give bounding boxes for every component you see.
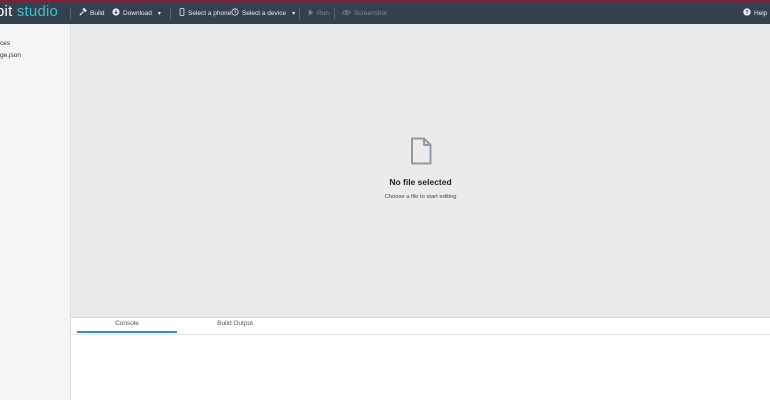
- bottom-panel: Console Build Output: [71, 318, 770, 400]
- chevron-down-icon: ▾: [157, 10, 161, 17]
- help-label: Help: [754, 9, 768, 17]
- console-output[interactable]: [71, 336, 770, 400]
- toolbar-separator: [334, 8, 335, 19]
- toolbar-separator: [299, 8, 300, 19]
- empty-state-subtitle: Choose a file to start editing: [384, 194, 457, 200]
- eye-icon: [341, 9, 352, 18]
- tab-label: Build Output: [217, 320, 253, 327]
- sidebar-item-label: ge.json: [0, 52, 21, 59]
- select-device-button[interactable]: Select a device ▾: [231, 6, 295, 20]
- help-icon: ?: [743, 8, 751, 18]
- svg-text:?: ?: [745, 10, 749, 16]
- sidebar-item-label: ces: [0, 40, 11, 47]
- file-sidebar: ces ge.json: [0, 24, 71, 400]
- build-label: Build: [90, 9, 105, 17]
- app-logo: bit studio: [0, 3, 59, 20]
- play-icon: [308, 8, 314, 18]
- toolbar-separator: [170, 8, 171, 19]
- editor-area: No file selected Choose a file to start …: [71, 24, 770, 318]
- sidebar-item-resources[interactable]: ces: [0, 40, 10, 47]
- hammer-icon: [79, 7, 87, 18]
- phone-icon: [179, 8, 185, 18]
- help-button[interactable]: ? Help: [743, 6, 767, 20]
- download-icon: [112, 8, 120, 18]
- chevron-down-icon: ▾: [292, 10, 296, 17]
- download-button[interactable]: Download ▾: [112, 6, 161, 20]
- select-phone-label: Select a phone: [188, 9, 232, 17]
- tab-console[interactable]: Console: [77, 320, 177, 333]
- tab-label: Console: [115, 320, 139, 327]
- run-button[interactable]: Run: [308, 6, 329, 20]
- watch-icon: [231, 8, 239, 18]
- empty-state: No file selected Choose a file to start …: [71, 137, 770, 200]
- run-label: Run: [317, 9, 329, 17]
- file-icon: [410, 137, 432, 170]
- empty-state-title: No file selected: [389, 177, 452, 187]
- sidebar-item-package-json[interactable]: ge.json: [0, 52, 21, 59]
- screenshot-label: Screenshot: [354, 9, 387, 17]
- select-phone-button[interactable]: Select a phone: [179, 6, 231, 20]
- screenshot-button[interactable]: Screenshot: [341, 6, 387, 20]
- build-button[interactable]: Build: [79, 6, 104, 20]
- top-toolbar: bit studio Build Download ▾ Select a pho…: [0, 0, 770, 24]
- bottom-tabs: Console Build Output: [71, 318, 770, 335]
- tab-build-output[interactable]: Build Output: [185, 320, 285, 333]
- select-device-label: Select a device: [242, 9, 287, 17]
- toolbar-separator: [70, 8, 71, 19]
- download-label: Download: [123, 9, 152, 17]
